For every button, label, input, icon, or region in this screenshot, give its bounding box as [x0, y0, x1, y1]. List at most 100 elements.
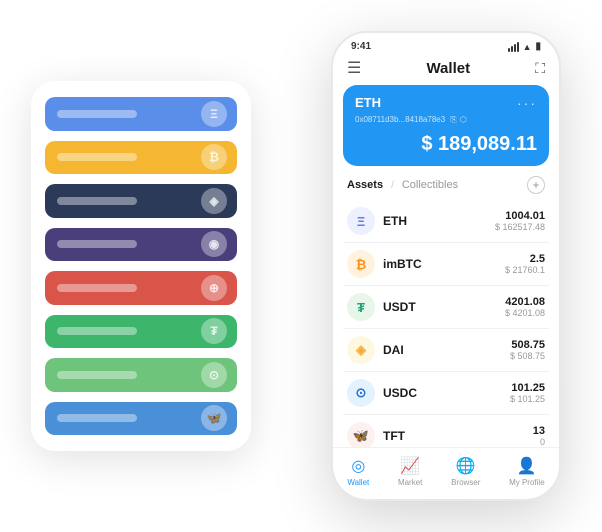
strip-icon-4: ⊕ — [201, 275, 227, 301]
status-bar: 9:41 ▲ ▮ — [333, 33, 559, 56]
asset-usd: $ 508.75 — [510, 351, 545, 361]
strip-2: ◈ — [45, 184, 237, 218]
asset-name: USDT — [383, 300, 505, 314]
strip-icon-6: ⊙ — [201, 362, 227, 388]
asset-amounts: 13 0 — [533, 425, 545, 447]
strip-4: ⊕ — [45, 271, 237, 305]
eth-card-options[interactable]: ··· — [517, 95, 537, 111]
asset-name: imBTC — [383, 257, 505, 271]
asset-icon-dai: ◈ — [347, 336, 375, 364]
eth-card-name: ETH — [355, 95, 381, 110]
asset-qty: 13 — [533, 425, 545, 437]
nav-label: Market — [398, 478, 422, 487]
strip-1: ₿ — [45, 141, 237, 175]
strip-label-6 — [57, 371, 137, 379]
strip-5: ₮ — [45, 315, 237, 349]
strip-icon-3: ◉ — [201, 231, 227, 257]
asset-name: TFT — [383, 429, 533, 443]
tab-collectibles[interactable]: Collectibles — [402, 179, 458, 191]
asset-usd: $ 4201.08 — [505, 308, 545, 318]
asset-row[interactable]: 🦋 TFT 13 0 — [343, 415, 549, 447]
strip-icon-1: ₿ — [201, 144, 227, 170]
wifi-icon: ▲ — [523, 42, 532, 52]
asset-row[interactable]: ₿ imBTC 2.5 $ 21760.1 — [343, 243, 549, 286]
asset-name: DAI — [383, 343, 510, 357]
eth-card-address: 0x08711d3b...8418a78e3 ⎘ ⬡ — [355, 115, 537, 125]
nav-label: My Profile — [509, 478, 545, 487]
asset-amounts: 101.25 $ 101.25 — [510, 382, 545, 404]
nav-item-browser[interactable]: 🌐 Browser — [451, 456, 480, 487]
asset-row[interactable]: ⊙ USDC 101.25 $ 101.25 — [343, 372, 549, 415]
asset-qty: 2.5 — [505, 253, 545, 265]
strip-label-3 — [57, 240, 137, 248]
tab-assets[interactable]: Assets — [347, 179, 383, 191]
menu-icon[interactable]: ☰ — [347, 61, 361, 77]
scene: Ξ ₿ ◈ ◉ ⊕ ₮ ⊙ 🦋 9:41 ▲ ▮ ☰ — [21, 21, 581, 511]
asset-name: ETH — [383, 214, 495, 228]
asset-icon-usdt: ₮ — [347, 293, 375, 321]
battery-icon: ▮ — [535, 41, 541, 52]
strip-label-1 — [57, 153, 137, 161]
strip-6: ⊙ — [45, 358, 237, 392]
copy-icon[interactable]: ⎘ — [450, 115, 456, 125]
asset-amounts: 4201.08 $ 4201.08 — [505, 296, 545, 318]
phone-header: ☰ Wallet ⛶ — [333, 56, 559, 85]
expand-icon[interactable]: ⛶ — [535, 60, 545, 77]
nav-icon: ◎ — [351, 456, 365, 476]
strip-label-5 — [57, 327, 137, 335]
strip-icon-5: ₮ — [201, 318, 227, 344]
asset-amounts: 508.75 $ 508.75 — [510, 339, 545, 361]
strip-icon-2: ◈ — [201, 188, 227, 214]
phone-mockup: 9:41 ▲ ▮ ☰ Wallet ⛶ ETH ··· — [331, 31, 561, 501]
asset-usd: $ 21760.1 — [505, 265, 545, 275]
asset-row[interactable]: Ξ ETH 1004.01 $ 162517.48 — [343, 200, 549, 243]
strip-label-7 — [57, 414, 137, 422]
nav-label: Wallet — [347, 478, 369, 487]
bottom-nav: ◎ Wallet 📈 Market 🌐 Browser 👤 My Profile — [333, 447, 559, 499]
qr-icon[interactable]: ⬡ — [460, 115, 467, 125]
nav-icon: 👤 — [517, 456, 537, 476]
strip-7: 🦋 — [45, 402, 237, 436]
tab-divider: / — [391, 180, 394, 191]
status-time: 9:41 — [351, 41, 371, 52]
asset-qty: 1004.01 — [495, 210, 545, 222]
asset-qty: 4201.08 — [505, 296, 545, 308]
asset-qty: 508.75 — [510, 339, 545, 351]
nav-item-market[interactable]: 📈 Market — [398, 456, 422, 487]
asset-qty: 101.25 — [510, 382, 545, 394]
asset-icon-eth: Ξ — [347, 207, 375, 235]
assets-tabs: Assets / Collectibles — [347, 179, 458, 191]
asset-amounts: 2.5 $ 21760.1 — [505, 253, 545, 275]
eth-card-header: ETH ··· — [355, 95, 537, 111]
nav-icon: 🌐 — [456, 456, 476, 476]
strip-3: ◉ — [45, 228, 237, 262]
eth-card-amount: $ 189,089.11 — [355, 133, 537, 156]
status-icons: ▲ ▮ — [508, 41, 541, 52]
asset-icon-tft: 🦋 — [347, 422, 375, 447]
asset-list: Ξ ETH 1004.01 $ 162517.48 ₿ imBTC 2.5 $ … — [333, 200, 559, 447]
strip-icon-0: Ξ — [201, 101, 227, 127]
asset-usd: $ 101.25 — [510, 394, 545, 404]
assets-header: Assets / Collectibles + — [333, 176, 559, 200]
asset-usd: 0 — [533, 437, 545, 447]
nav-item-my-profile[interactable]: 👤 My Profile — [509, 456, 545, 487]
strip-icon-7: 🦋 — [201, 405, 227, 431]
strip-0: Ξ — [45, 97, 237, 131]
asset-amounts: 1004.01 $ 162517.48 — [495, 210, 545, 232]
nav-item-wallet[interactable]: ◎ Wallet — [347, 456, 369, 487]
page-title: Wallet — [426, 60, 470, 77]
asset-icon-usdc: ⊙ — [347, 379, 375, 407]
asset-name: USDC — [383, 386, 510, 400]
eth-card: ETH ··· 0x08711d3b...8418a78e3 ⎘ ⬡ $ 189… — [343, 85, 549, 166]
nav-icon: 📈 — [400, 456, 420, 476]
asset-icon-imbtc: ₿ — [347, 250, 375, 278]
signal-icon — [508, 42, 519, 52]
strip-label-2 — [57, 197, 137, 205]
strip-label-0 — [57, 110, 137, 118]
asset-row[interactable]: ◈ DAI 508.75 $ 508.75 — [343, 329, 549, 372]
add-asset-button[interactable]: + — [527, 176, 545, 194]
asset-usd: $ 162517.48 — [495, 222, 545, 232]
strip-label-4 — [57, 284, 137, 292]
asset-row[interactable]: ₮ USDT 4201.08 $ 4201.08 — [343, 286, 549, 329]
nav-label: Browser — [451, 478, 480, 487]
